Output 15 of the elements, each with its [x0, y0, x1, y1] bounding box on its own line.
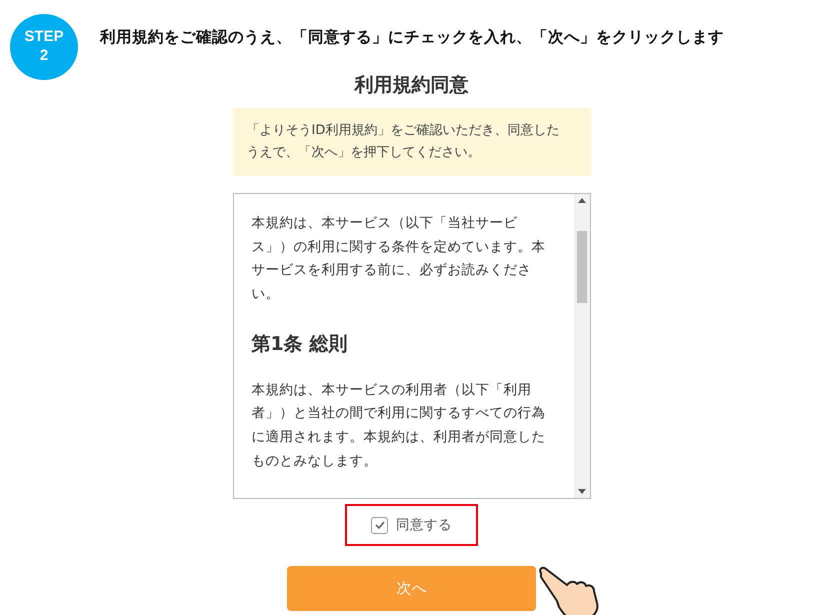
terms-paragraph: 本規約は、本サービス（以下「当社サービス」）の利用に関する条件を定めています。本サービスを利用する前に、必ずお読みください。 [252, 214, 546, 304]
scrollbar-thumb[interactable] [576, 231, 586, 304]
check-icon [374, 521, 384, 530]
terms-heading: 第1条 総則 [252, 332, 348, 357]
notice-text: 「よりそうID利用規約」をご確認いただき、同意したうえで、「次へ」を押下してください。 [232, 108, 590, 176]
agree-checkbox[interactable] [371, 516, 388, 534]
scroll-up-icon[interactable] [578, 198, 586, 204]
scroll-down-icon[interactable] [578, 489, 586, 494]
terms-paragraph: 本規約は、本サービスの利用者（以下「利用者」）と当社の間で利用に関するすべての行為に適用されます。本規約は、利用者が同意したものとみなします。 [252, 380, 546, 471]
instruction-text: 利用規約をご確認のうえ、「同意する」にチェックを入れ、「次へ」をクリックします [100, 26, 724, 48]
step-number: 2 [40, 47, 48, 66]
agree-label[interactable]: 同意する [396, 516, 452, 534]
scrollbar[interactable] [574, 194, 590, 498]
step-label: STEP [24, 28, 64, 47]
page-title: 利用規約同意 [354, 73, 468, 98]
